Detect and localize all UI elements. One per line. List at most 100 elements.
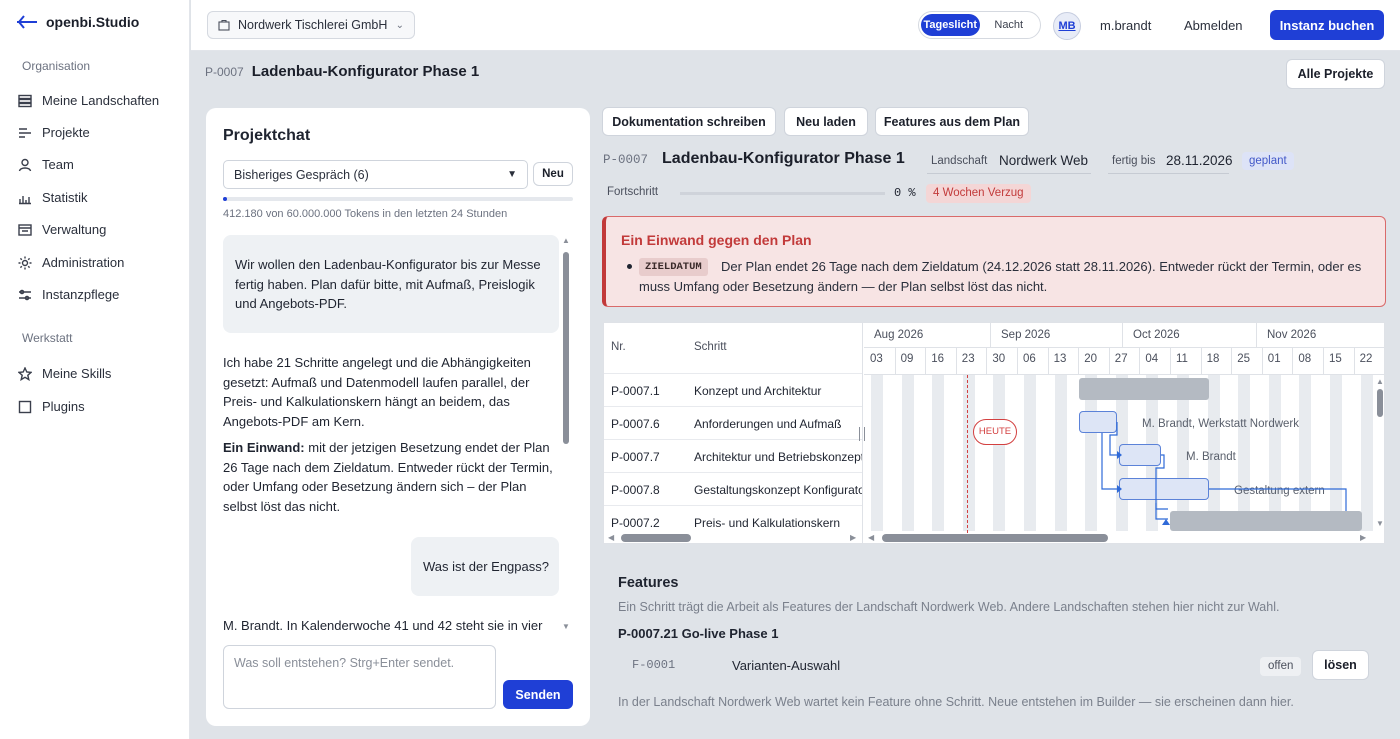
org-select-value: Nordwerk Tischlerei GmbH	[238, 18, 388, 32]
scroll-up-icon[interactable]: ▲	[562, 236, 570, 245]
bullet-icon	[627, 264, 632, 269]
sidebar-item-statistics[interactable]: Statistik	[18, 190, 88, 205]
landscape-value[interactable]: Nordwerk Web	[999, 153, 1088, 168]
features-step-title: P-0007.21 Go-live Phase 1	[618, 626, 779, 641]
sidebar-item-skills[interactable]: Meine Skills	[18, 366, 111, 381]
scroll-right-icon[interactable]: ▶	[1360, 533, 1366, 542]
objection-lead: Ein Einwand:	[223, 440, 305, 455]
list-icon	[19, 127, 31, 138]
gantt-row[interactable]: P-0007.1 Konzept und Architektur	[604, 373, 862, 406]
chat-input[interactable]	[223, 645, 496, 709]
chat-message-user: Was ist der Engpass?	[411, 537, 559, 596]
section-organisation: Organisation	[22, 59, 91, 73]
page-header: P-0007 Ladenbau-Konfigurator Phase 1	[205, 63, 479, 80]
arrowhead-icon	[1117, 485, 1122, 493]
gantt-chart: Nr. Schritt P-0007.1 Konzept und Archite…	[603, 322, 1385, 544]
objection-text: Der Plan endet 26 Tage nach dem Zieldatu…	[639, 259, 1362, 294]
step-id: P-0007.7	[611, 450, 660, 464]
features-description: Ein Schritt trägt die Arbeit als Feature…	[618, 600, 1280, 614]
chat-message-assistant: Ich habe 21 Schritte angelegt und die Ab…	[223, 355, 531, 429]
step-name: Gestaltungskonzept Konfigurator	[694, 483, 863, 497]
scroll-down-icon[interactable]: ▼	[1376, 519, 1384, 528]
scroll-up-icon[interactable]: ▲	[1376, 377, 1384, 386]
send-button[interactable]: Senden	[503, 680, 573, 709]
sidebar-item-label: Administration	[42, 255, 125, 270]
dependency-arrow	[1209, 488, 1347, 511]
gantt-timeline: Aug 2026 Sep 2026 Oct 2026 Nov 2026 03 09…	[864, 323, 1384, 543]
due-value[interactable]: 28.11.2026	[1166, 153, 1233, 168]
features-title: Features	[618, 575, 679, 591]
all-projects-button[interactable]: Alle Projekte	[1286, 59, 1385, 89]
delay-badge: 4 Wochen Verzug	[926, 184, 1031, 203]
detail-header: P-0007 Ladenbau-Konfigurator Phase 1	[603, 150, 905, 168]
step-id: P-0007.6	[611, 417, 660, 431]
chat-message-user: Wir wollen den Ladenbau-Konfigurator bis…	[223, 235, 559, 333]
sidebar-item-team[interactable]: Team	[18, 157, 74, 172]
sidebar-item-plugins[interactable]: Plugins	[18, 399, 85, 414]
avatar[interactable]: MB	[1053, 12, 1081, 40]
chevron-down-icon: ⌄	[395, 19, 404, 31]
sidebar-item-label: Meine Landschaften	[42, 93, 160, 108]
sun-gear-icon	[18, 256, 32, 269]
objection-alert: Ein Einwand gegen den Plan Der Plan ende…	[602, 216, 1386, 307]
arrowhead-icon	[1162, 519, 1170, 525]
square-icon	[18, 400, 32, 413]
sidebar-item-management[interactable]: Verwaltung	[18, 222, 106, 237]
logout-link[interactable]: Abmelden	[1184, 18, 1243, 33]
chat-panel: Projektchat Bisheriges Gespräch (6) ▼ Ne…	[206, 108, 590, 726]
write-docs-button[interactable]: Dokumentation schreiben	[602, 107, 776, 136]
bar-chart-icon	[19, 195, 31, 204]
theme-day-option[interactable]: Tageslicht	[921, 14, 980, 36]
sidebar-item-projects[interactable]: Projekte	[18, 125, 90, 140]
step-name: Preis- und Kalkulationskern	[694, 516, 841, 530]
scroll-down-icon[interactable]: ▼	[562, 622, 570, 631]
token-usage-bar	[223, 197, 573, 201]
conversation-select-value: Bisheriges Gespräch (6)	[234, 167, 369, 182]
resolve-feature-button[interactable]: lösen	[1312, 650, 1369, 680]
gantt-row[interactable]: P-0007.7 Architektur und Betriebskonzept	[604, 439, 863, 472]
org-select[interactable]: Nordwerk Tischlerei GmbH ⌄	[207, 11, 415, 39]
dependency-arrow	[1155, 503, 1168, 520]
detail-project-id: P-0007	[603, 153, 649, 167]
book-instance-button[interactable]: Instanz buchen	[1270, 10, 1384, 40]
sidebar-item-instance-care[interactable]: Instanzpflege	[18, 287, 119, 302]
chat-scrollbar-thumb[interactable]	[563, 252, 569, 444]
page-title: Ladenbau-Konfigurator Phase 1	[251, 63, 480, 80]
sidebar-item-label: Statistik	[42, 190, 88, 205]
reload-button[interactable]: Neu laden	[784, 107, 868, 136]
sidebar-item-administration[interactable]: Administration	[18, 255, 124, 270]
timeline-vscroll-thumb[interactable]	[1377, 389, 1383, 417]
due-underline	[1108, 173, 1229, 174]
dependency-arrows	[1101, 422, 1347, 525]
step-name: Architektur und Betriebskonzept	[694, 450, 863, 464]
gantt-step-list: Nr. Schritt P-0007.1 Konzept und Archite…	[604, 323, 863, 543]
new-conversation-button[interactable]: Neu	[533, 162, 573, 186]
dependency-arrow	[1109, 422, 1118, 456]
scroll-right-icon[interactable]: ▶	[850, 533, 856, 542]
status-badge: geplant	[1242, 152, 1294, 170]
chat-scrollbar[interactable]: ▲ ▼	[562, 236, 570, 636]
user-icon	[18, 158, 32, 171]
conversation-select[interactable]: Bisheriges Gespräch (6) ▼	[223, 160, 528, 189]
admin-panel-icon	[18, 223, 32, 236]
briefcase-icon	[218, 19, 230, 31]
step-id: P-0007.8	[611, 483, 660, 497]
landscape-underline	[927, 173, 1091, 174]
token-usage-text: 412.180 von 60.000.000 Tokens in den let…	[223, 208, 508, 220]
sidebar-item-landscapes[interactable]: Meine Landschaften	[18, 93, 159, 108]
logo[interactable]: openbi.Studio	[16, 14, 139, 30]
features-from-plan-button[interactable]: Features aus dem Plan	[875, 107, 1029, 136]
theme-toggle[interactable]: Tageslicht Nacht	[918, 11, 1041, 39]
objection-title: Ein Einwand gegen den Plan	[621, 232, 812, 248]
sidebar-item-label: Projekte	[42, 125, 90, 140]
sidebar-item-label: Team	[42, 157, 74, 172]
timeline-hscroll-thumb[interactable]	[882, 534, 1108, 542]
gantt-row[interactable]: P-0007.8 Gestaltungskonzept Konfigurator	[604, 472, 863, 505]
scroll-left-icon[interactable]: ◀	[608, 533, 614, 542]
step-list-hscroll-thumb[interactable]	[621, 534, 691, 542]
theme-night-option[interactable]: Nacht	[980, 14, 1039, 36]
scroll-left-icon[interactable]: ◀	[868, 533, 874, 542]
logo-icon	[17, 15, 37, 29]
gantt-row[interactable]: P-0007.6 Anforderungen und Aufmaß	[604, 406, 862, 439]
topbar: Nordwerk Tischlerei GmbH ⌄ Tageslicht Na…	[191, 0, 1400, 51]
